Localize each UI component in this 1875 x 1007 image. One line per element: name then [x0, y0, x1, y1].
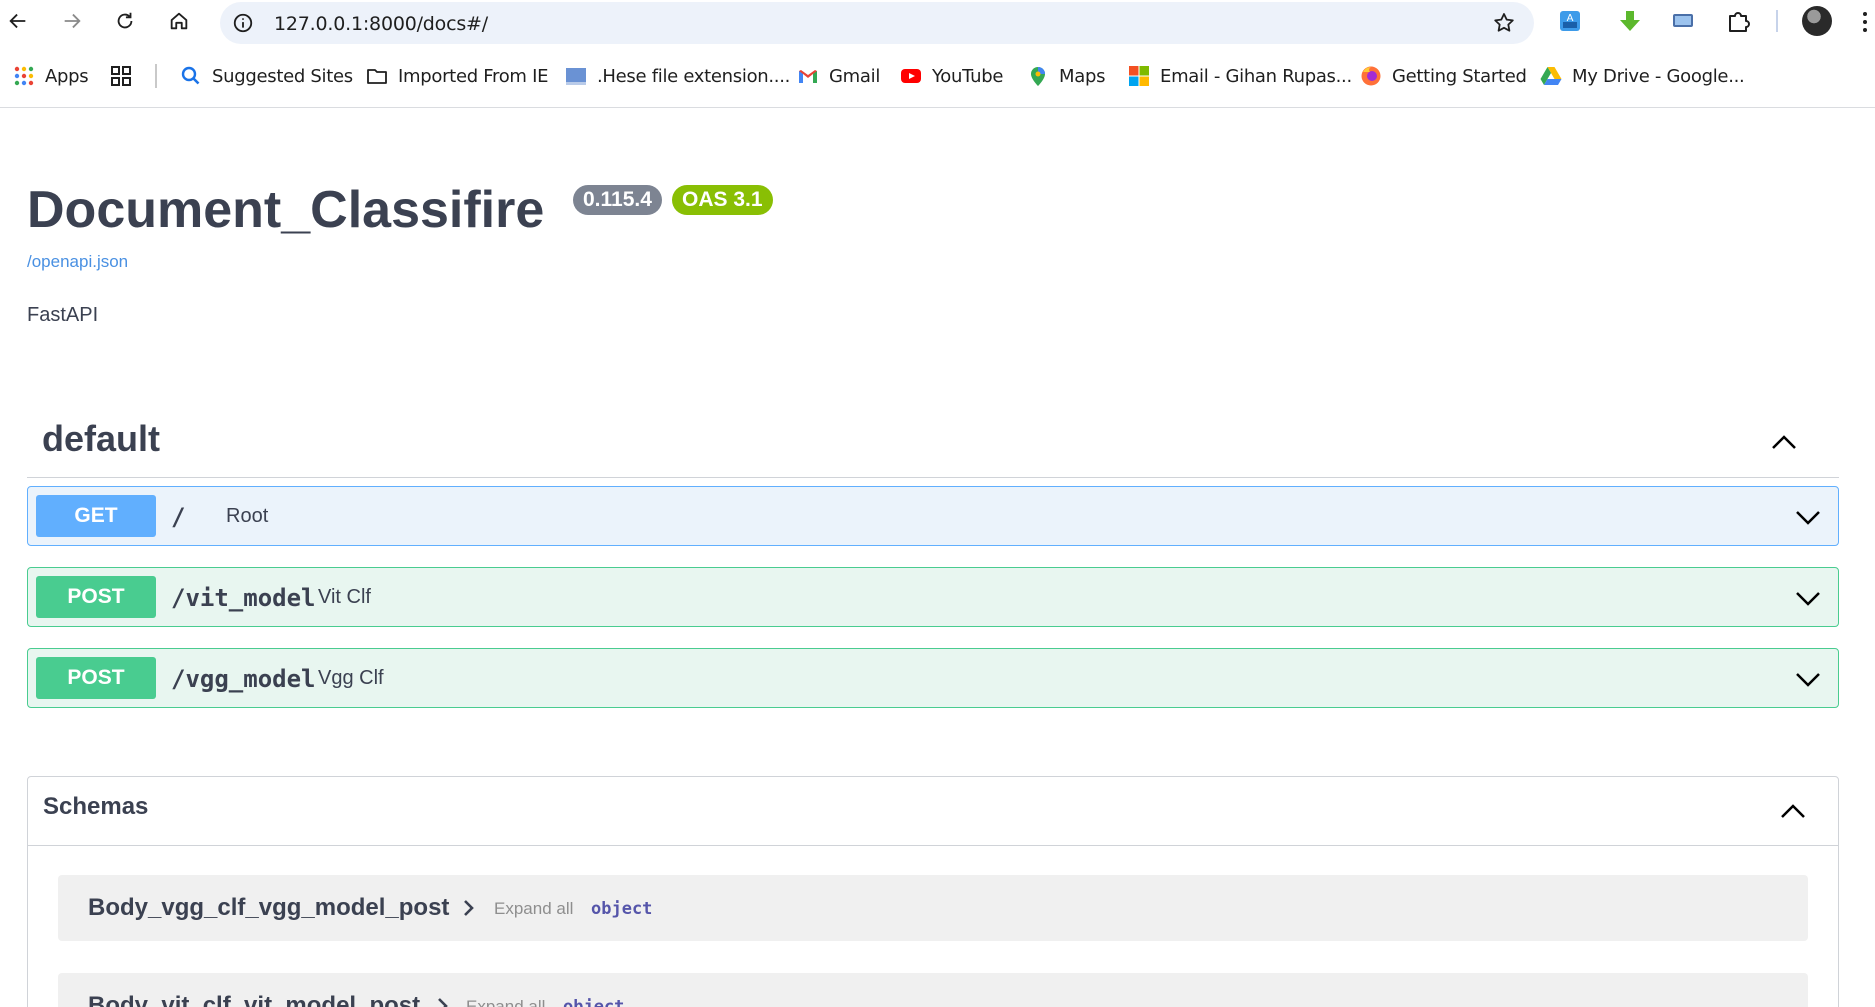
folder-icon	[367, 69, 387, 84]
bookmark-label: .Hese file extension....	[597, 65, 791, 87]
model-name: Body_vgg_clf_vgg_model_post	[88, 894, 450, 921]
apps-grid-icon	[14, 66, 34, 86]
home-icon	[170, 12, 188, 30]
back-button[interactable]	[3, 6, 33, 36]
page-title: Document_Classifire	[27, 181, 545, 239]
bookmark-youtube[interactable]: YouTube	[900, 56, 1003, 96]
method-badge: GET	[36, 495, 156, 537]
forward-button[interactable]	[57, 6, 87, 36]
operation-post-vit-model[interactable]: POST /vit_model Vit Clf	[27, 567, 1839, 627]
operation-summary: Root	[226, 505, 269, 527]
bookmarks-divider	[155, 64, 157, 88]
openapi-json-link[interactable]: /openapi.json	[27, 252, 128, 272]
browser-toolbar: 127.0.0.1:8000/docs#/ A	[0, 0, 1875, 44]
operation-summary: Vit Clf	[318, 586, 371, 608]
api-description: FastAPI	[27, 304, 99, 326]
arrow-right-icon	[64, 13, 81, 29]
bookmarks-bar: Apps Suggested Sites Imported From IE .H…	[0, 56, 1875, 96]
site-info-icon[interactable]	[232, 12, 254, 34]
bookmark-getting-started[interactable]: Getting Started	[1360, 56, 1527, 96]
bookmark-suggested-sites[interactable]: Suggested Sites	[180, 56, 353, 96]
firefox-icon	[1361, 66, 1381, 86]
chevron-up-icon[interactable]	[1778, 797, 1808, 827]
operation-path: /vgg_model	[171, 665, 316, 693]
bookmark-tab-groups[interactable]	[110, 56, 132, 96]
translate-extension-icon[interactable]: A	[1557, 8, 1583, 34]
home-button[interactable]	[164, 6, 194, 36]
model-type: object	[591, 899, 653, 919]
chevron-down-icon[interactable]	[1794, 503, 1822, 531]
reload-button[interactable]	[110, 6, 140, 36]
extensions-puzzle-icon[interactable]	[1725, 8, 1751, 34]
bookmark-label: Maps	[1059, 65, 1106, 87]
expand-all-link[interactable]: Expand all	[466, 997, 545, 1007]
bookmark-label: YouTube	[932, 65, 1004, 87]
arrow-left-icon	[9, 13, 26, 29]
bookmark-maps[interactable]: Maps	[1027, 56, 1105, 96]
address-bar[interactable]: 127.0.0.1:8000/docs#/	[220, 2, 1534, 44]
bookmark-email[interactable]: Email - Gihan Rupas...	[1128, 56, 1352, 96]
bookmark-label: Imported From IE	[398, 65, 549, 87]
search-icon	[181, 66, 200, 85]
operation-post-vgg-model[interactable]: POST /vgg_model Vgg Clf	[27, 648, 1839, 708]
bookmark-label: My Drive - Google...	[1572, 65, 1745, 87]
method-badge: POST	[36, 657, 156, 699]
bookmark-label: Apps	[45, 65, 89, 87]
chevron-right-icon[interactable]	[462, 899, 476, 917]
tab-groups-icon	[111, 66, 131, 86]
tag-default-header[interactable]: default	[27, 404, 1839, 478]
chevron-up-icon[interactable]	[1769, 428, 1799, 458]
page-thumbnail-icon	[566, 68, 586, 85]
youtube-icon	[901, 69, 921, 83]
gmail-icon	[799, 70, 817, 83]
operation-summary: Vgg Clf	[318, 667, 384, 689]
browser-divider	[0, 107, 1875, 108]
operation-path: /	[171, 503, 186, 531]
reload-icon	[117, 12, 133, 29]
expand-all-link[interactable]: Expand all	[494, 899, 573, 919]
schema-model[interactable]: Body_vit_clf_vit_model_post Expand all o…	[58, 973, 1808, 1007]
schemas-section: Schemas Body_vgg_clf_vgg_model_post Expa…	[27, 776, 1839, 1007]
bookmark-apps[interactable]: Apps	[13, 56, 89, 96]
svg-text:A: A	[1567, 13, 1574, 24]
bookmark-label: Email - Gihan Rupas...	[1160, 65, 1352, 87]
microsoft-icon	[1129, 66, 1149, 86]
toolbar-divider	[1776, 10, 1778, 32]
method-badge: POST	[36, 576, 156, 618]
screen-extension-icon[interactable]	[1670, 8, 1696, 34]
schemas-title: Schemas	[43, 793, 149, 820]
schemas-header[interactable]: Schemas	[28, 777, 1838, 846]
model-name: Body_vit_clf_vit_model_post	[88, 992, 421, 1007]
tag-name: default	[42, 418, 161, 459]
bookmark-gmail[interactable]: Gmail	[797, 56, 880, 96]
more-menu-icon[interactable]	[1860, 10, 1870, 34]
chevron-down-icon[interactable]	[1794, 584, 1822, 612]
model-type: object	[563, 997, 625, 1007]
operation-get-root[interactable]: GET / Root	[27, 486, 1839, 546]
url-text[interactable]: 127.0.0.1:8000/docs#/	[274, 13, 488, 35]
download-extension-icon[interactable]	[1617, 8, 1643, 34]
chevron-down-icon[interactable]	[1794, 665, 1822, 693]
operation-path: /vit_model	[171, 584, 316, 612]
google-drive-icon	[1540, 67, 1562, 85]
profile-avatar[interactable]	[1802, 6, 1832, 36]
bookmark-label: Getting Started	[1392, 65, 1527, 87]
bookmark-label: Gmail	[829, 65, 881, 87]
bookmark-file-extension[interactable]: .Hese file extension....	[565, 56, 790, 96]
maps-pin-icon	[1031, 67, 1045, 86]
chevron-right-icon[interactable]	[436, 997, 450, 1007]
bookmark-label: Suggested Sites	[212, 65, 353, 87]
schema-model[interactable]: Body_vgg_clf_vgg_model_post Expand all o…	[58, 875, 1808, 941]
oas-badge: OAS 3.1	[672, 185, 773, 215]
bookmark-my-drive[interactable]: My Drive - Google...	[1540, 56, 1745, 96]
version-badge: 0.115.4	[573, 185, 662, 215]
bookmark-imported-from-ie[interactable]: Imported From IE	[366, 56, 548, 96]
bookmark-star-icon[interactable]	[1492, 11, 1516, 35]
